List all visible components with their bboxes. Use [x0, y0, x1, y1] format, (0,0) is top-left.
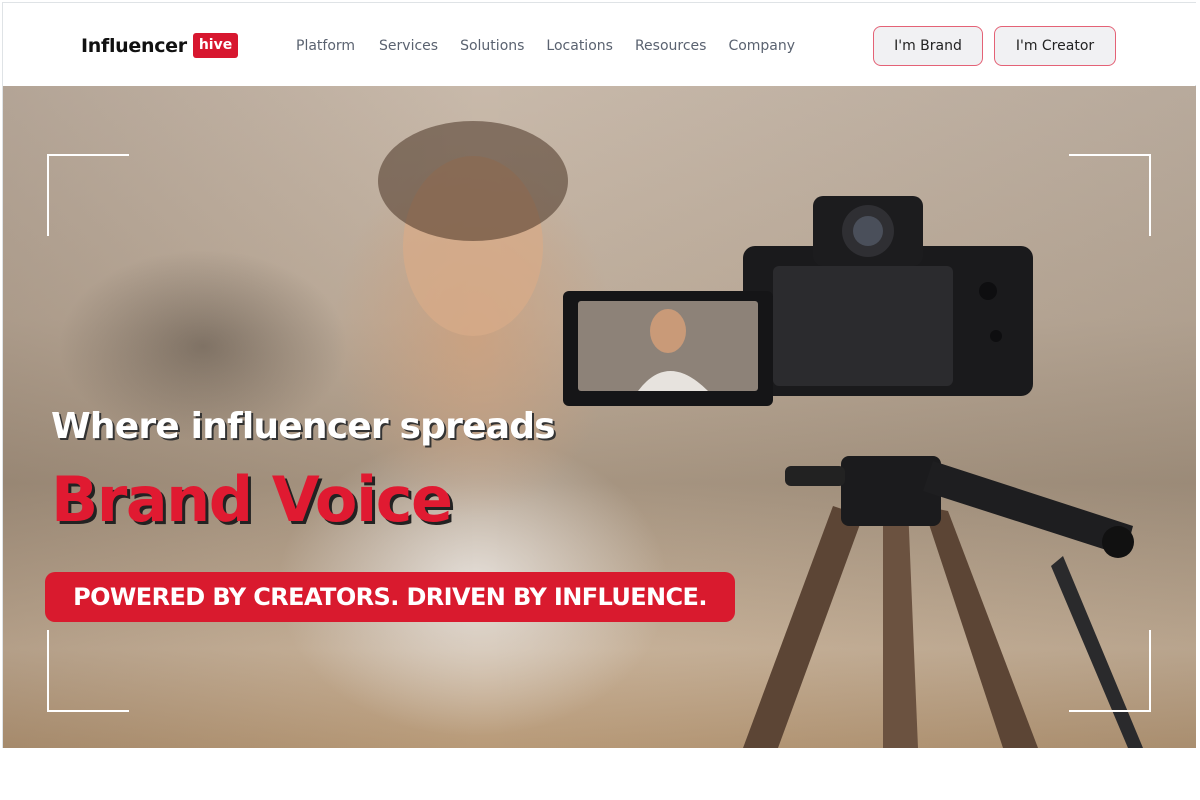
hero-highlight: Brand Voice	[51, 463, 453, 536]
nav-services[interactable]: Services	[379, 38, 438, 54]
hero-tagline-text: POWERED BY CREATORS. DRIVEN BY INFLUENCE…	[73, 583, 707, 611]
camera-lens	[853, 216, 883, 246]
screen-person-face	[650, 309, 686, 353]
nav-locations[interactable]: Locations	[546, 38, 613, 54]
frame-corner-top-left	[47, 154, 129, 236]
person-hair-blur	[378, 121, 568, 241]
hero-tagline-banner: POWERED BY CREATORS. DRIVEN BY INFLUENCE…	[45, 572, 735, 622]
hero-headline: Where influencer spreads	[51, 406, 556, 447]
tripod-leg-right	[923, 506, 1038, 748]
logo-badge: hive	[192, 33, 239, 58]
camera-dial	[979, 282, 997, 300]
tripod-leg-middle	[883, 506, 918, 748]
nav-solutions[interactable]: Solutions	[460, 38, 524, 54]
hero-banner: Where influencer spreads Brand Voice POW…	[3, 86, 1196, 748]
logo-text: Influencer	[81, 34, 187, 57]
main-nav: Platform Services Solutions Locations Re…	[296, 38, 795, 54]
tripod-knob	[785, 466, 845, 486]
nav-company[interactable]: Company	[728, 38, 795, 54]
camera-button	[990, 330, 1002, 342]
logo[interactable]: Influencer hive	[81, 33, 239, 58]
tripod-leg-left	[743, 506, 863, 748]
im-brand-button[interactable]: I'm Brand	[873, 26, 983, 66]
frame-corner-bottom-left	[47, 630, 129, 712]
camera-back-panel	[773, 266, 953, 386]
site-header: Influencer hive Platform Services Soluti…	[3, 3, 1196, 85]
im-creator-button[interactable]: I'm Creator	[994, 26, 1116, 66]
nav-resources[interactable]: Resources	[635, 38, 707, 54]
frame-corner-bottom-right	[1069, 630, 1151, 712]
frame-corner-top-right	[1069, 154, 1151, 236]
nav-platform[interactable]: Platform	[296, 38, 355, 54]
tripod-handle-grip	[1102, 526, 1134, 558]
